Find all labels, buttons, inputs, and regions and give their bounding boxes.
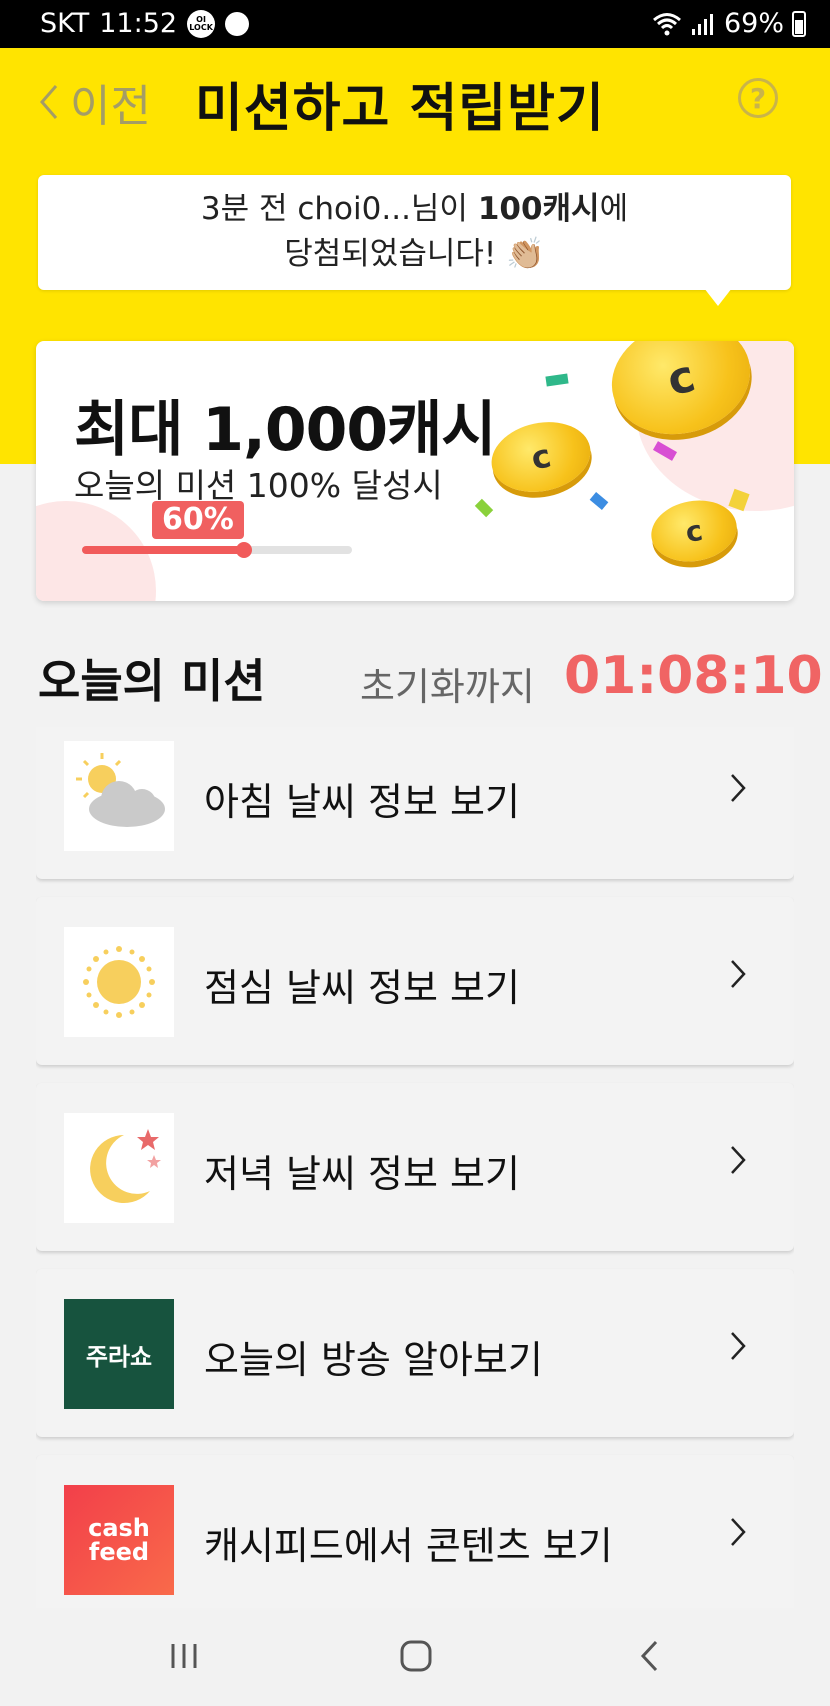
- chevron-right-icon: [731, 1332, 746, 1360]
- mission-item-evening-weather[interactable]: 저녁 날씨 정보 보기: [36, 1083, 794, 1251]
- carrier-text: SKT: [40, 8, 90, 39]
- reset-timer: 01:08:10: [564, 646, 823, 706]
- system-nav-bar: [0, 1608, 830, 1706]
- status-bar: SKT 11:52 OI LOCK 69%: [0, 0, 830, 48]
- chevron-right-icon: [731, 1146, 746, 1174]
- mission-label: 저녁 날씨 정보 보기: [204, 1152, 520, 1196]
- mission-item-cashfeed[interactable]: cash feed 캐시피드에서 콘텐츠 보기: [36, 1455, 794, 1608]
- clock-text: 11:52: [99, 8, 178, 39]
- sun-icon: [64, 927, 174, 1037]
- winner-line1: 3분 전 choi0...님이 100캐시에: [200, 191, 629, 227]
- jurasho-logo: 주라쇼: [64, 1299, 174, 1409]
- chevron-right-icon: [731, 774, 746, 802]
- moon-icon: [64, 1113, 174, 1223]
- confetti-icon: [589, 492, 609, 510]
- recent-apps-icon: [171, 1644, 197, 1668]
- timer-label: 초기화까지: [360, 665, 535, 709]
- mission-label: 아침 날씨 정보 보기: [204, 780, 520, 824]
- speech-bubble-tail: [704, 288, 732, 306]
- back-button[interactable]: 이전: [36, 70, 151, 134]
- mission-label: 오늘의 방송 알아보기: [204, 1338, 543, 1382]
- coin-icon: c: [485, 413, 597, 501]
- winner-line2: 당첨되었습니다! 👏🏼: [284, 236, 545, 272]
- confetti-icon: [474, 498, 494, 518]
- chat-notification-icon: [225, 11, 250, 36]
- recent-apps-button[interactable]: [166, 1636, 202, 1676]
- home-icon: [400, 1640, 432, 1672]
- mission-label: 캐시피드에서 콘텐츠 보기: [204, 1524, 613, 1568]
- progress-fill: [82, 546, 244, 554]
- mission-label: 점심 날씨 정보 보기: [204, 966, 520, 1010]
- wifi-icon: [653, 12, 681, 35]
- home-button[interactable]: [398, 1636, 434, 1676]
- back-label: 이전: [70, 81, 151, 132]
- mission-item-morning-weather[interactable]: 아침 날씨 정보 보기: [36, 727, 794, 879]
- reward-card[interactable]: c c c 최대 1,000캐시 오늘의 미션 100% 달성시 60%: [36, 341, 794, 601]
- signal-icon: [691, 13, 713, 35]
- lock-app-icon: OI LOCK: [187, 9, 216, 38]
- mission-list[interactable]: 아침 날씨 정보 보기 점심 날씨 정보 보기 저녁 날씨 정보 보기 주라쇼 …: [36, 727, 794, 1608]
- page-title: 미션하고 적립받기: [195, 79, 605, 139]
- confetti-icon: [545, 373, 569, 387]
- mission-item-lunch-weather[interactable]: 점심 날씨 정보 보기: [36, 897, 794, 1065]
- app-header: 이전 미션하고 적립받기 ?: [0, 48, 830, 148]
- progress-badge: 60%: [152, 501, 244, 539]
- chevron-left-icon: [40, 85, 58, 119]
- chevron-right-icon: [731, 960, 746, 988]
- progress-bar: [82, 542, 352, 558]
- reward-title: 최대 1,000캐시: [74, 395, 496, 465]
- morning-weather-icon: [64, 741, 174, 851]
- missions-title: 오늘의 미션: [38, 654, 266, 708]
- back-arrow-icon: [640, 1640, 658, 1672]
- help-icon[interactable]: ?: [738, 78, 778, 118]
- system-back-button[interactable]: [634, 1636, 664, 1676]
- progress-knob: [236, 542, 252, 558]
- battery-icon: [792, 10, 806, 37]
- chevron-right-icon: [731, 1518, 746, 1546]
- winner-notification: 3분 전 choi0...님이 100캐시에 당첨되었습니다! 👏🏼: [38, 175, 791, 290]
- cashfeed-logo: cash feed: [64, 1485, 174, 1595]
- mission-item-broadcast[interactable]: 주라쇼 오늘의 방송 알아보기: [36, 1269, 794, 1437]
- battery-percent: 69%: [723, 8, 784, 39]
- reward-subtitle: 오늘의 미션 100% 달성시: [74, 466, 443, 505]
